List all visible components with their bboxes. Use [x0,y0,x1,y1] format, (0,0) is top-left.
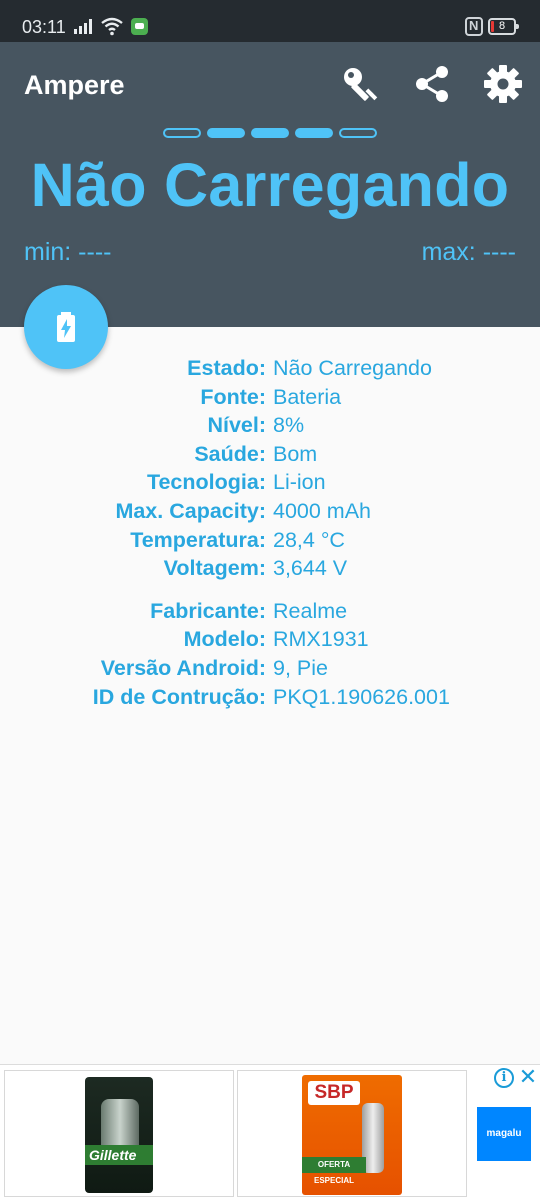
info-row-temperatura: Temperatura: 28,4 °C [0,528,540,557]
status-bar: 03:11 8 [0,0,540,42]
info-value: 8% [273,413,305,438]
gillette-logo: Gillette [89,1147,137,1163]
max-current-label: max: ---- [421,238,516,266]
ad-product-card[interactable]: Gillette [4,1070,234,1197]
info-value: 4000 mAh [273,498,372,523]
offer-tag: OFERTA ESPECIAL [302,1157,366,1185]
info-key: Tecnologia: [146,470,266,495]
info-key: Versão Android: [100,655,266,680]
app-header: Ampere Não Carregando min: ---- max: ---… [0,42,540,327]
signal-icon [74,19,92,34]
share-icon[interactable] [412,64,452,104]
info-row-tecnologia: Tecnologia: Li-ion [0,470,540,499]
info-value: 28,4 °C [273,527,345,552]
info-value: 3,644 V [273,556,348,581]
info-row-saude: Saúde: Bom [0,442,540,471]
min-current-label: min: ---- [24,238,112,266]
magalu-logo[interactable]: magalu [477,1107,531,1161]
info-value: Bateria [273,384,342,409]
info-value: 9, Pie [273,655,328,680]
info-key: Max. Capacity: [115,498,266,523]
info-value: Li-ion [273,470,326,495]
battery-level-text: 8 [499,20,506,32]
info-key: Voltagem: [163,556,266,581]
battery-fab-button[interactable] [24,285,108,369]
battery-charging-icon [57,312,75,342]
page-indicator [163,128,377,138]
battery-icon: 8 [488,18,519,35]
nfc-icon [465,17,483,36]
sbp-logo: SBP [308,1081,360,1105]
page-dot[interactable] [339,128,377,138]
ad-info-icon[interactable]: i [494,1068,514,1088]
page-dot[interactable] [251,128,289,138]
info-key: Estado: [187,356,266,380]
ad-banner[interactable]: Gillette SBP OFERTA ESPECIAL i ✕ magalu [0,1064,540,1200]
info-value: Não Carregando [273,356,432,380]
ad-product-card[interactable]: SBP OFERTA ESPECIAL [237,1070,467,1197]
info-value: Realme [273,598,348,623]
info-key: ID de Contrução: [92,684,266,709]
razor-product-image: Gillette [85,1077,153,1193]
battery-level-fill [491,21,494,32]
info-row-fabricante: Fabricante: Realme [0,599,540,628]
info-row-fonte: Fonte: Bateria [0,385,540,414]
page-dot[interactable] [207,128,245,138]
info-row-voltagem: Voltagem: 3,644 V [0,556,540,585]
info-row-versao-android: Versão Android: 9, Pie [0,656,540,685]
status-time: 03:11 [22,17,66,37]
app-title: Ampere [24,70,125,100]
info-value: PKQ1.190626.001 [273,684,450,709]
page-dot[interactable] [163,128,201,138]
info-key: Fabricante: [150,598,266,623]
info-value: RMX1931 [273,627,369,652]
battery-info-list: Estado: Não Carregando Fonte: Bateria Ní… [0,356,540,713]
page-dot[interactable] [295,128,333,138]
info-row-nivel: Nível: 8% [0,413,540,442]
info-row-build-id: ID de Contrução: PKQ1.190626.001 [0,685,540,714]
info-key: Fonte: [200,384,266,409]
wifi-icon [101,17,123,36]
info-key: Nível: [207,413,266,438]
info-row-modelo: Modelo: RMX1931 [0,627,540,656]
insecticide-product-image: SBP OFERTA ESPECIAL [302,1075,402,1195]
ad-close-icon[interactable]: ✕ [518,1066,538,1088]
info-key: Temperatura: [130,527,266,552]
message-icon [131,18,148,35]
settings-gear-icon[interactable] [483,64,523,104]
info-key: Modelo: [183,627,266,652]
info-row-max-capacity: Max. Capacity: 4000 mAh [0,499,540,528]
info-key: Saúde: [194,441,266,466]
info-value: Bom [273,441,318,466]
charging-status-heading: Não Carregando [30,151,510,219]
key-icon[interactable] [340,64,380,104]
